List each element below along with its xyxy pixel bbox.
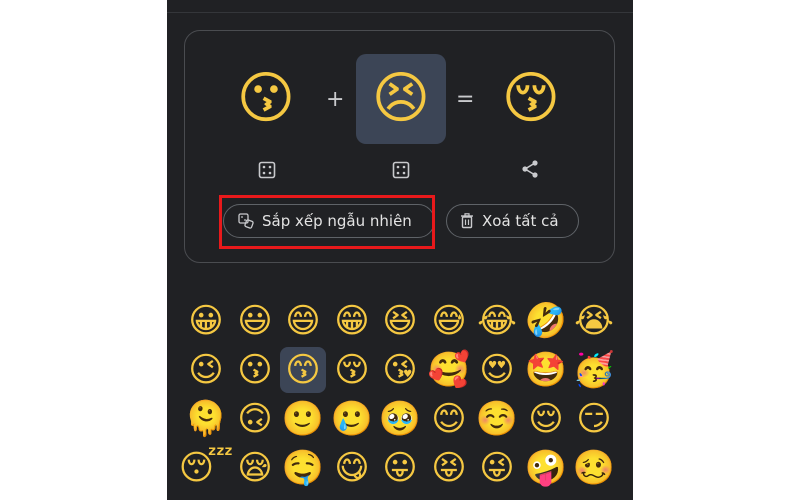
emoji-cell[interactable]: 😏 bbox=[571, 396, 617, 442]
emoji-icon: 🤩 bbox=[524, 350, 568, 390]
emoji-icon: 🤣 bbox=[524, 301, 568, 341]
emoji-icon: 🥹 bbox=[378, 399, 422, 439]
emoji-icon: 😘 bbox=[382, 350, 418, 390]
dice-icon bbox=[392, 161, 410, 179]
emoji-icon: 🙃 bbox=[237, 399, 273, 439]
emoji-cell[interactable]: 😭 bbox=[571, 298, 617, 344]
emoji-cell[interactable]: 🥴 bbox=[571, 445, 617, 491]
emoji-cell[interactable]: ☺️ bbox=[474, 396, 520, 442]
emoji-icon: 😚 bbox=[334, 350, 370, 390]
emoji-cell[interactable]: 🤩 bbox=[523, 347, 569, 393]
right-emoji-slot[interactable]: 😣 bbox=[356, 54, 446, 144]
share-button[interactable] bbox=[518, 157, 542, 181]
emoji-cell[interactable]: 😘 bbox=[377, 347, 423, 393]
equals-sign: = bbox=[456, 87, 475, 112]
dice-icon bbox=[258, 161, 276, 179]
emoji-kitchen-app: 😗 + 😣 = 😚 Sắp xếp ngẫu nhiên Xoá tất cả … bbox=[167, 0, 633, 500]
clear-all-button[interactable]: Xoá tất cả bbox=[446, 204, 579, 238]
emoji-cell[interactable]: 😄 bbox=[280, 298, 326, 344]
emoji-cell[interactable]: 😪 bbox=[232, 445, 278, 491]
emoji-icon: ☺️ bbox=[475, 399, 519, 439]
emoji-icon: 😉 bbox=[188, 350, 224, 390]
left-emoji-slot[interactable]: 😗 bbox=[221, 54, 311, 144]
emoji-cell[interactable]: 😉 bbox=[183, 347, 229, 393]
shuffle-button[interactable]: Sắp xếp ngẫu nhiên bbox=[223, 204, 435, 238]
emoji-cell[interactable]: 😴 bbox=[179, 445, 234, 491]
emoji-cell[interactable]: 🫠 bbox=[183, 396, 229, 442]
kissing-face-closed-eyes-icon: 😚 bbox=[501, 66, 561, 131]
emoji-icon: 😁 bbox=[334, 301, 370, 341]
emoji-cell[interactable]: 😆 bbox=[377, 298, 423, 344]
emoji-icon: 🥲 bbox=[330, 399, 374, 439]
emoji-cell[interactable]: 😝 bbox=[426, 445, 472, 491]
clear-all-label: Xoá tất cả bbox=[482, 212, 559, 230]
shuffle-dice-icon bbox=[238, 213, 254, 229]
emoji-cell[interactable]: 🥲 bbox=[329, 396, 375, 442]
emoji-icon: 😌 bbox=[528, 399, 564, 439]
emoji-cell[interactable]: 😁 bbox=[329, 298, 375, 344]
emoji-icon: 😪 bbox=[237, 448, 273, 488]
emoji-icon: 😛 bbox=[382, 448, 418, 488]
emoji-cell[interactable]: 😜 bbox=[474, 445, 520, 491]
emoji-icon: 😋 bbox=[334, 448, 370, 488]
right-dice-button[interactable] bbox=[389, 158, 413, 182]
left-dice-button[interactable] bbox=[255, 158, 279, 182]
emoji-icon: 🥴 bbox=[572, 448, 616, 488]
emoji-cell[interactable]: 😅 bbox=[426, 298, 472, 344]
emoji-icon: 🫠 bbox=[184, 399, 228, 439]
emoji-icon: 🥳 bbox=[572, 350, 616, 390]
emoji-cell[interactable]: 😀 bbox=[183, 298, 229, 344]
emoji-icon: 🤤 bbox=[281, 448, 325, 488]
emoji-cell[interactable]: 🤤 bbox=[280, 445, 326, 491]
persevering-face-icon: 😣 bbox=[371, 66, 431, 131]
divider bbox=[167, 12, 633, 13]
emoji-icon: 🥰 bbox=[427, 350, 471, 390]
emoji-cell[interactable]: 🤣 bbox=[523, 298, 569, 344]
emoji-icon: 🤪 bbox=[524, 448, 568, 488]
emoji-cell[interactable]: 😛 bbox=[377, 445, 423, 491]
emoji-icon: 😴 bbox=[178, 448, 234, 488]
emoji-icon: 😏 bbox=[576, 399, 612, 439]
emoji-icon: 😆 bbox=[382, 301, 418, 341]
emoji-cell[interactable]: 😍 bbox=[474, 347, 520, 393]
emoji-cell[interactable]: 😚 bbox=[329, 347, 375, 393]
emoji-cell[interactable]: 😂 bbox=[474, 298, 520, 344]
kissing-face-icon: 😗 bbox=[236, 66, 296, 131]
emoji-cell[interactable]: 🤪 bbox=[523, 445, 569, 491]
emoji-cell[interactable]: 😌 bbox=[523, 396, 569, 442]
emoji-cell[interactable]: 🥳 bbox=[571, 347, 617, 393]
trash-icon bbox=[459, 213, 475, 229]
emoji-icon: 😗 bbox=[237, 350, 273, 390]
emoji-icon: 🙂 bbox=[281, 399, 325, 439]
result-emoji: 😚 bbox=[486, 54, 576, 144]
emoji-cell[interactable]: 😙 bbox=[280, 347, 326, 393]
screenshot-canvas: 😗 + 😣 = 😚 Sắp xếp ngẫu nhiên Xoá tất cả … bbox=[0, 0, 800, 500]
emoji-icon: 😀 bbox=[188, 301, 224, 341]
emoji-icon: 😜 bbox=[479, 448, 515, 488]
emoji-cell[interactable]: 😋 bbox=[329, 445, 375, 491]
emoji-cell[interactable]: 😃 bbox=[232, 298, 278, 344]
emoji-cell[interactable]: 🙂 bbox=[280, 396, 326, 442]
emoji-icon: 😙 bbox=[285, 350, 321, 390]
emoji-icon: 😭 bbox=[574, 301, 614, 341]
emoji-icon: 😍 bbox=[479, 350, 515, 390]
emoji-cell[interactable]: 🥰 bbox=[426, 347, 472, 393]
share-icon bbox=[522, 160, 538, 178]
emoji-icon: 😊 bbox=[431, 399, 467, 439]
emoji-icon: 😄 bbox=[285, 301, 321, 341]
emoji-cell[interactable]: 🥹 bbox=[377, 396, 423, 442]
emoji-icon: 😂 bbox=[477, 301, 517, 341]
emoji-icon: 😅 bbox=[431, 301, 467, 341]
emoji-icon: 😃 bbox=[237, 301, 273, 341]
emoji-icon: 😝 bbox=[431, 448, 467, 488]
plus-sign: + bbox=[326, 87, 345, 112]
emoji-cell[interactable]: 🙃 bbox=[232, 396, 278, 442]
emoji-cell[interactable]: 😊 bbox=[426, 396, 472, 442]
emoji-cell[interactable]: 😗 bbox=[232, 347, 278, 393]
shuffle-label: Sắp xếp ngẫu nhiên bbox=[262, 212, 412, 230]
emoji-mixer-card: 😗 + 😣 = 😚 Sắp xếp ngẫu nhiên Xoá tất cả bbox=[184, 30, 615, 263]
